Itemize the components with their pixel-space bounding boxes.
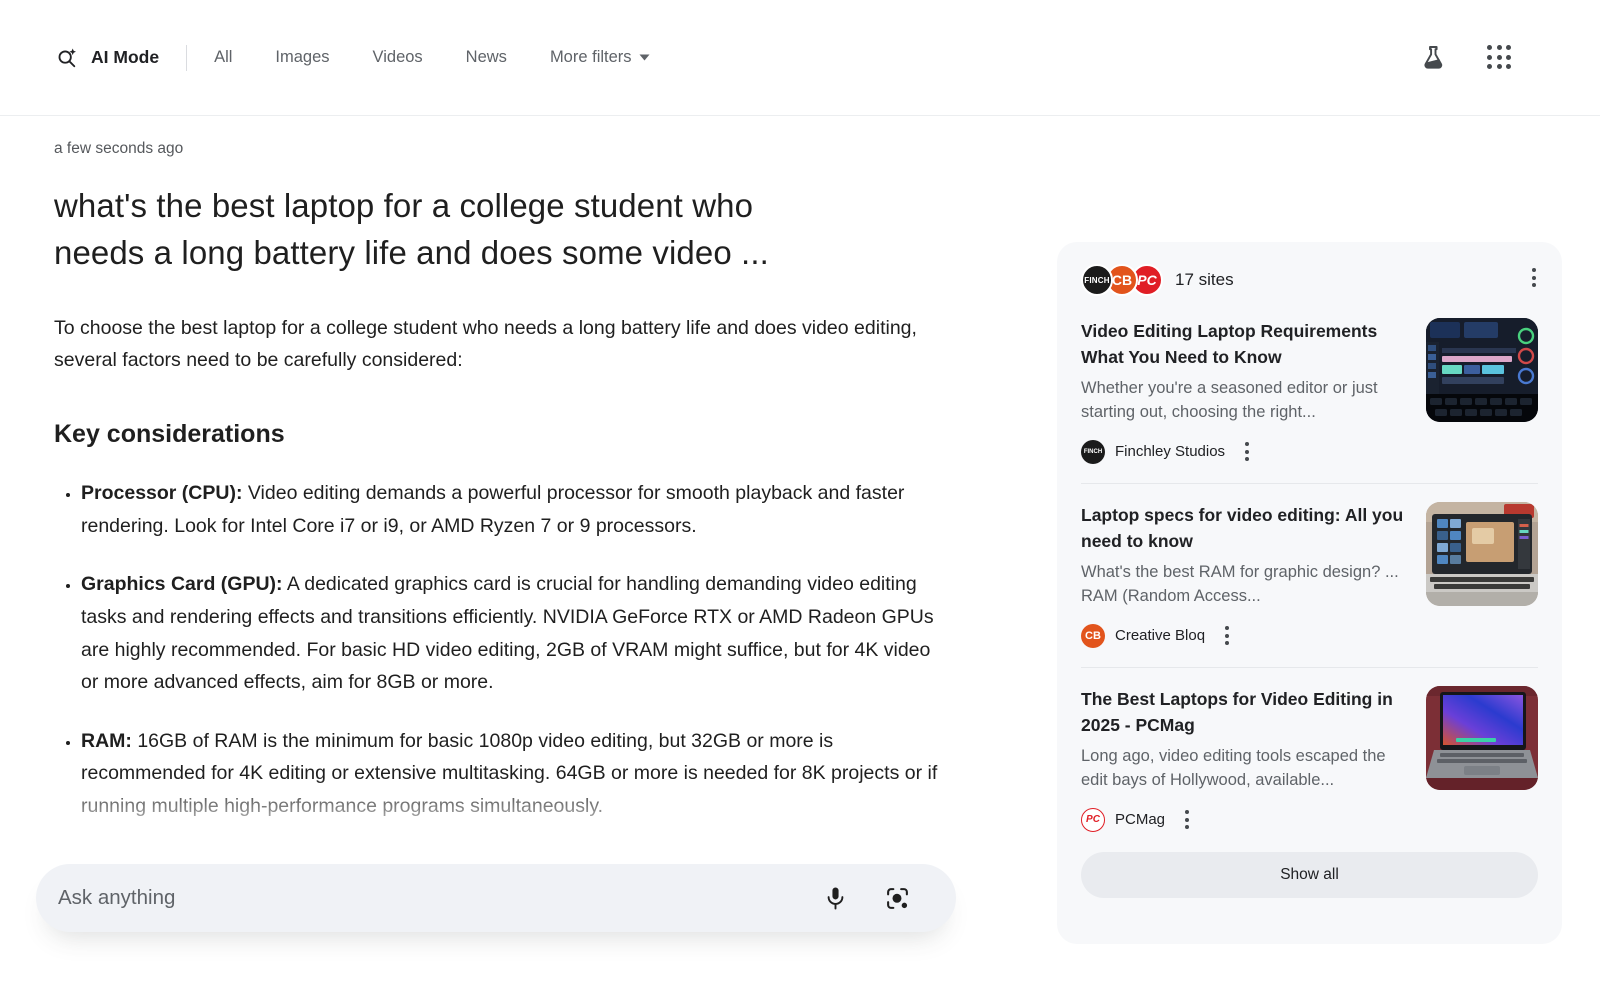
- query-title: what's the best laptop for a college stu…: [54, 183, 959, 277]
- sites-count-label: 17 sites: [1175, 270, 1234, 290]
- query-title-line2: needs a long battery life and does some …: [54, 230, 959, 277]
- section-heading: Key considerations: [54, 420, 959, 449]
- sources-panel: FINCH CB PC 17 sites Video Editing Lapto…: [1057, 242, 1562, 944]
- card-thumbnail-laptop-photo-editor[interactable]: [1426, 502, 1538, 606]
- list-item-cpu: Processor (CPU): Video editing demands a…: [81, 477, 939, 542]
- list-item-ram: RAM: 16GB of RAM is the minimum for basi…: [81, 725, 939, 823]
- list-item-cpu-lead: Processor (CPU):: [81, 482, 242, 504]
- query-title-line1: what's the best laptop for a college stu…: [54, 183, 959, 230]
- source-name[interactable]: Finchley Studios: [1115, 443, 1225, 460]
- source-favicon-stack: FINCH CB PC: [1081, 264, 1163, 296]
- ai-answer-column: a few seconds ago what's the best laptop…: [54, 140, 959, 848]
- card-source-row: CB Creative Bloq: [1081, 622, 1538, 649]
- favicon-finchley: FINCH: [1081, 264, 1113, 296]
- source-favicon-pcmag[interactable]: PC: [1081, 808, 1105, 832]
- card-kebab-menu-icon[interactable]: [1181, 806, 1193, 833]
- source-card-finchley[interactable]: Video Editing Laptop Requirements What Y…: [1081, 300, 1538, 465]
- source-favicon-finchley[interactable]: FINCH: [1081, 440, 1105, 464]
- card-thumbnail-video-editor[interactable]: [1426, 318, 1538, 422]
- ask-anything-input[interactable]: [58, 886, 824, 910]
- tab-news[interactable]: News: [466, 48, 507, 67]
- card-thumbnail-pcmag-laptop[interactable]: [1426, 686, 1538, 790]
- microphone-icon[interactable]: [824, 886, 847, 911]
- labs-flask-icon[interactable]: [1421, 45, 1445, 71]
- chevron-down-icon: [639, 54, 650, 61]
- sources-panel-header: FINCH CB PC 17 sites: [1081, 260, 1538, 300]
- tab-images[interactable]: Images: [275, 48, 329, 67]
- show-all-button[interactable]: Show all: [1081, 852, 1538, 898]
- card-snippet: Whether you're a seasoned editor or just…: [1081, 376, 1408, 426]
- source-name[interactable]: PCMag: [1115, 811, 1165, 828]
- nav-right-icons: [1421, 45, 1512, 71]
- list-item-ram-lead: RAM:: [81, 730, 132, 752]
- answer-intro-paragraph: To choose the best laptop for a college …: [54, 313, 934, 377]
- top-navigation-bar: AI Mode All Images Videos News More filt…: [0, 0, 1600, 116]
- key-considerations-list: Processor (CPU): Video editing demands a…: [54, 477, 959, 822]
- tab-videos[interactable]: Videos: [373, 48, 423, 67]
- ask-anything-bar[interactable]: [36, 864, 956, 932]
- ai-mode-label: AI Mode: [91, 47, 159, 68]
- more-filters-label: More filters: [550, 48, 632, 67]
- list-item-ram-text: 16GB of RAM is the minimum for basic 108…: [81, 730, 937, 817]
- google-apps-grid-icon[interactable]: [1487, 45, 1512, 70]
- card-title[interactable]: The Best Laptops for Video Editing in 20…: [1081, 686, 1408, 739]
- card-title[interactable]: Video Editing Laptop Requirements What Y…: [1081, 318, 1408, 371]
- ai-mode-search-sparkle-icon: [56, 47, 78, 69]
- card-snippet: Long ago, video editing tools escaped th…: [1081, 744, 1408, 794]
- source-favicon-creativebloq[interactable]: CB: [1081, 624, 1105, 648]
- card-kebab-menu-icon[interactable]: [1241, 438, 1253, 465]
- card-source-row: PC PCMag: [1081, 806, 1538, 833]
- tab-all[interactable]: All: [214, 48, 232, 67]
- source-name[interactable]: Creative Bloq: [1115, 627, 1205, 644]
- source-card-pcmag[interactable]: The Best Laptops for Video Editing in 20…: [1081, 668, 1538, 833]
- askbar-icons: [824, 886, 910, 911]
- nav-divider: [186, 45, 187, 71]
- more-filters-menu[interactable]: More filters: [550, 48, 650, 67]
- source-card-creativebloq[interactable]: Laptop specs for video editing: All you …: [1081, 484, 1538, 649]
- google-lens-icon[interactable]: [885, 886, 910, 911]
- list-item-gpu-lead: Graphics Card (GPU):: [81, 573, 283, 595]
- tab-ai-mode[interactable]: AI Mode: [56, 47, 159, 69]
- answer-timestamp: a few seconds ago: [54, 140, 959, 158]
- card-source-row: FINCH Finchley Studios: [1081, 438, 1538, 465]
- panel-kebab-menu-icon[interactable]: [1528, 264, 1540, 291]
- list-item-gpu: Graphics Card (GPU): A dedicated graphic…: [81, 568, 939, 698]
- card-title[interactable]: Laptop specs for video editing: All you …: [1081, 502, 1408, 555]
- card-snippet: What's the best RAM for graphic design? …: [1081, 560, 1408, 610]
- card-kebab-menu-icon[interactable]: [1221, 622, 1233, 649]
